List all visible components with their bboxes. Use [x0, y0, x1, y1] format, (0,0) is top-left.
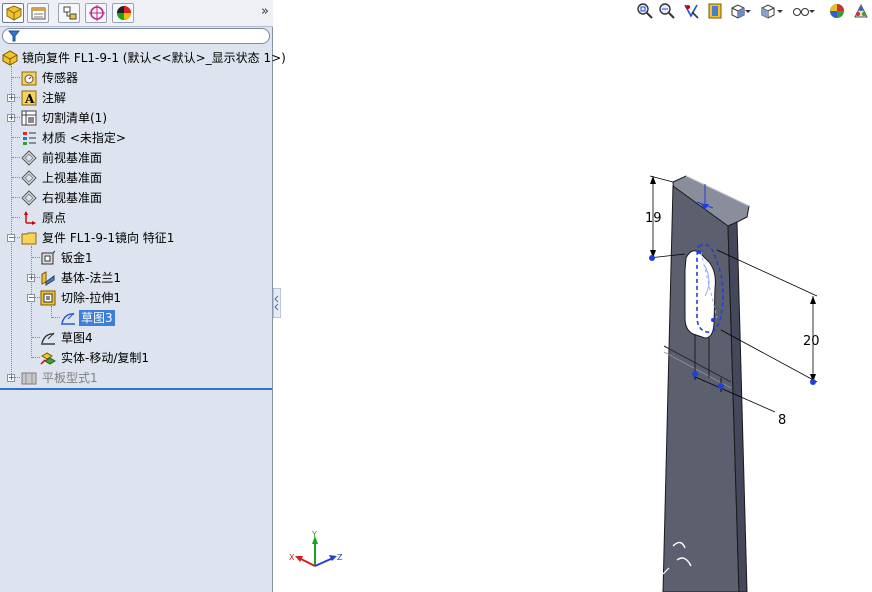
tree-item-sensors[interactable]: 传感器	[0, 68, 272, 88]
manager-tab-bar: »	[0, 0, 273, 27]
tree-item-label: 钣金1	[61, 251, 93, 265]
tree-item-cut-list[interactable]: + 切割清单(1)	[0, 108, 272, 128]
chevron-down-icon[interactable]	[808, 2, 816, 20]
tree-item-top-plane[interactable]: 上视基准面	[0, 168, 272, 188]
tree-item-annotations[interactable]: + A 注解	[0, 88, 272, 108]
section-view-icon[interactable]	[706, 2, 724, 20]
tree-item-right-plane[interactable]: 右视基准面	[0, 188, 272, 208]
dimxpert-icon	[89, 5, 105, 21]
filter-icon	[8, 30, 20, 42]
tree-item-label: 材质 <未指定>	[42, 131, 126, 145]
material-icon	[23, 132, 36, 145]
tree-item-cut-extrude[interactable]: − 切除-拉伸1	[0, 288, 272, 308]
feature-manager-icon	[6, 5, 22, 21]
feature-manager-tab[interactable]	[2, 3, 24, 23]
expand-toggle[interactable]: +	[7, 94, 15, 102]
edit-appearance-icon[interactable]	[828, 2, 846, 20]
move-copy-body-icon	[40, 352, 56, 365]
svg-text:A: A	[24, 92, 35, 106]
tree-item-label: 上视基准面	[42, 171, 103, 185]
chevron-down-icon[interactable]	[744, 2, 752, 20]
tree-item-label: 切除-拉伸1	[61, 291, 121, 305]
apply-scene-icon[interactable]	[852, 2, 870, 20]
expand-toggle[interactable]: +	[7, 114, 15, 122]
chevron-down-icon[interactable]	[776, 2, 784, 20]
tree-item-origin[interactable]: 原点	[0, 208, 272, 228]
expand-toggle[interactable]: +	[7, 374, 15, 382]
cut-list-icon	[21, 110, 37, 126]
plane-icon	[21, 190, 37, 206]
tree-item-folder-mirror[interactable]: − 复件 FL1-9-1镜向 特征1	[0, 228, 272, 248]
tree-filter-input[interactable]	[2, 28, 270, 44]
triad-x-label: X	[289, 553, 295, 562]
triad-y-label: Y	[311, 530, 317, 539]
rollback-bar[interactable]	[0, 388, 272, 390]
display-manager-icon	[117, 6, 131, 20]
tree-item-front-plane[interactable]: 前视基准面	[0, 148, 272, 168]
tree-item-label: 注解	[42, 91, 67, 105]
tree-item-label: 基体-法兰1	[61, 271, 121, 285]
plane-icon	[21, 150, 37, 166]
dimension-20-value: 20	[803, 334, 820, 349]
flat-pattern-icon	[21, 372, 37, 385]
tree-item-label: 实体-移动/复制1	[61, 351, 150, 365]
base-flange-icon	[41, 271, 55, 286]
previous-view-icon[interactable]	[682, 2, 700, 20]
tree-item-label: 草图4	[61, 331, 93, 345]
tree-item-label: 传感器	[42, 71, 79, 85]
collapse-toggle[interactable]: −	[27, 294, 35, 302]
tree-item-material[interactable]: 材质 <未指定>	[0, 128, 272, 148]
tree-item-label: 原点	[42, 211, 67, 225]
display-manager-tab[interactable]	[112, 3, 134, 23]
reference-triad: Y X Z	[289, 530, 343, 567]
sheet-metal-part[interactable]	[662, 175, 750, 592]
feature-manager-panel: » 镜向复件 FL1-9-1 (默认<<默认>_显示状态 1>) 传感器 + A…	[0, 0, 286, 592]
zoom-to-area-icon[interactable]	[658, 2, 676, 20]
tree-item-base-flange[interactable]: + 基体-法兰1	[0, 268, 272, 288]
tree-item-sketch4[interactable]: 草图4	[0, 328, 272, 348]
property-manager-tab[interactable]	[27, 3, 49, 23]
dimxpert-tab[interactable]	[85, 3, 107, 23]
expand-toggle[interactable]: +	[27, 274, 35, 282]
sketch-icon	[41, 332, 55, 345]
origin-icon	[24, 211, 36, 225]
tree-root-label: 镜向复件 FL1-9-1 (默认<<默认>_显示状态 1>)	[22, 51, 286, 65]
dimension-8-value: 8	[778, 413, 786, 428]
panel-splitter-handle[interactable]	[273, 288, 281, 318]
tree-item-move-copy-body[interactable]: 实体-移动/复制1	[0, 348, 272, 368]
sheet-metal-icon	[41, 250, 56, 265]
configuration-manager-tab[interactable]	[58, 3, 80, 23]
sensor-icon	[21, 71, 37, 86]
collapse-toggle[interactable]: −	[7, 234, 15, 242]
tree-item-label: 前视基准面	[42, 151, 103, 165]
more-tabs-button[interactable]: »	[261, 4, 269, 19]
tree-item-label-selected: 草图3	[79, 310, 115, 326]
zoom-to-fit-icon[interactable]	[636, 2, 654, 20]
tree-item-label: 切割清单(1)	[42, 111, 107, 125]
tree-item-label: 右视基准面	[42, 191, 103, 205]
tree-item-label: 平板型式1	[42, 371, 98, 385]
tree-item-label: 复件 FL1-9-1镜向 特征1	[42, 231, 175, 245]
tree-item-flat-pattern[interactable]: + 平板型式1	[0, 368, 272, 388]
configuration-manager-icon	[63, 6, 77, 20]
triad-z-label: Z	[337, 553, 343, 562]
part-icon	[2, 50, 18, 66]
sketch-icon	[61, 312, 75, 325]
annotation-icon: A	[21, 90, 37, 106]
folder-icon	[21, 232, 37, 245]
graphics-viewport[interactable]: 19 20 8 Y X Z	[281, 26, 872, 592]
dimension-19-value: 19	[645, 211, 662, 226]
tree-root-part[interactable]: 镜向复件 FL1-9-1 (默认<<默认>_显示状态 1>)	[0, 48, 286, 68]
tree-item-sketch3[interactable]: 草图3	[0, 308, 272, 328]
plane-icon	[21, 170, 37, 186]
cut-extrude-icon	[40, 290, 56, 306]
property-manager-icon	[31, 7, 46, 20]
tree-item-sheet-metal[interactable]: 钣金1	[0, 248, 272, 268]
